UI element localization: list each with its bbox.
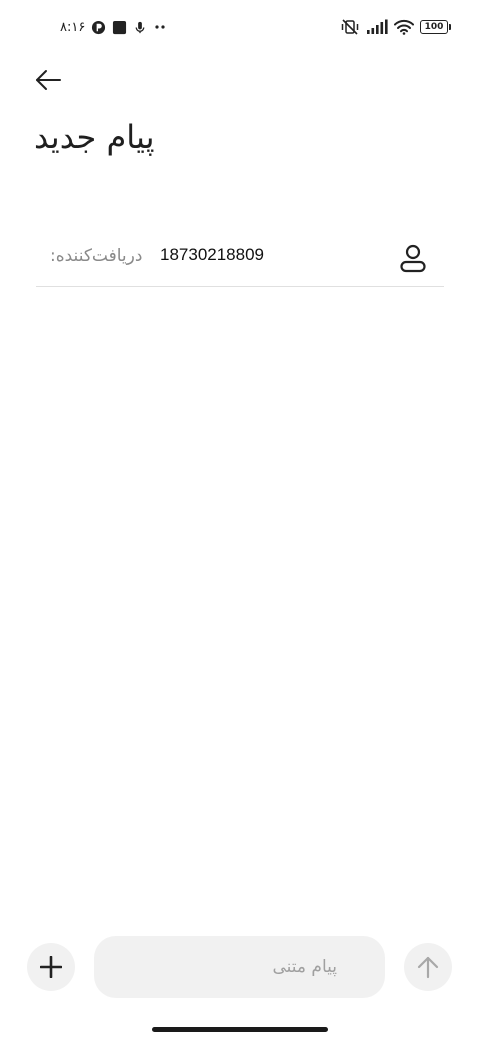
contact-picker-button[interactable] [396,240,430,276]
send-button[interactable] [404,943,452,991]
status-bar: ۸:۱۶ 100 [0,0,480,56]
message-input[interactable] [94,936,385,998]
back-button[interactable] [30,62,66,98]
status-bar-left: ۸:۱۶ [60,16,167,38]
vibrate-off-icon [340,18,360,36]
battery-icon: 100 [420,20,451,34]
status-bar-right: 100 [340,16,451,38]
battery-level: 100 [424,22,444,32]
arrow-up-icon [417,956,439,979]
wifi-icon [394,19,414,35]
app-notification-icon [91,20,106,35]
more-dots-icon [153,23,167,31]
home-indicator[interactable] [152,1027,328,1032]
recipient-input-value[interactable]: 18730218809 [160,245,264,265]
page-title: پیام جدید [34,118,155,156]
recipient-row[interactable]: دریافت‌کننده: 18730218809 [36,230,444,287]
plus-icon [40,956,62,978]
square-notification-icon [112,20,127,35]
microphone-icon [133,20,147,35]
person-icon [400,244,426,273]
recipient-label: دریافت‌کننده: [50,246,143,266]
status-time: ۸:۱۶ [60,19,86,35]
arrow-left-icon [36,70,61,90]
signal-icon [366,19,388,35]
add-attachment-button[interactable] [27,943,75,991]
